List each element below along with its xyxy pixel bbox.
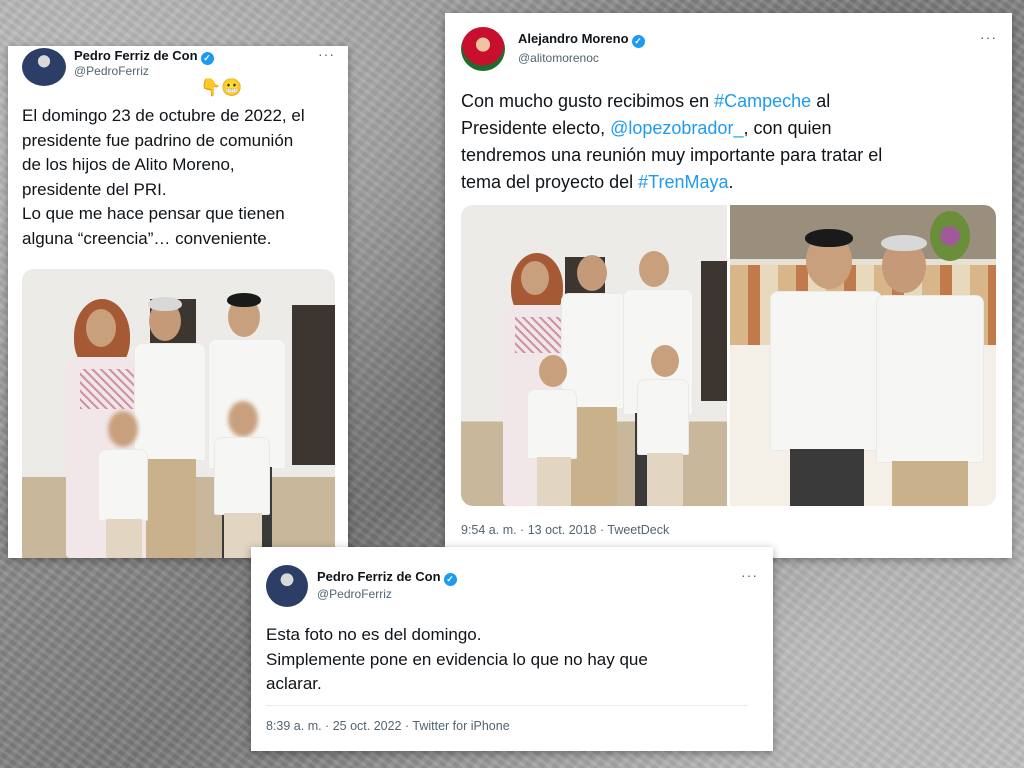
tweet-timestamp[interactable]: 9:54 a. m. · 13 oct. 2018 · TweetDeck	[461, 523, 669, 537]
tweet-text-line: El domingo 23 de octubre de 2022, el	[22, 106, 305, 125]
mention-lopezobrador-link[interactable]: @lopezobrador_	[610, 118, 743, 138]
man-shirt	[876, 295, 984, 463]
man-pants	[790, 449, 864, 506]
text-span: , con quien	[743, 118, 832, 138]
man-hair	[805, 229, 853, 247]
author-name[interactable]: Pedro Ferriz de Con ✓	[317, 569, 457, 586]
child-head	[228, 401, 258, 437]
man-shirt	[134, 343, 206, 461]
text-span: .	[728, 172, 734, 192]
tweet-text-line: Simplemente pone en evidencia lo que no …	[266, 649, 648, 669]
verified-badge-icon: ✓	[443, 573, 457, 586]
author-name[interactable]: Pedro Ferriz de Con ✓	[74, 48, 214, 65]
tweet-text: El domingo 23 de octubre de 2022, el pre…	[22, 104, 342, 251]
tweet-text: Con mucho gusto recibimos en #Campeche a…	[461, 88, 1001, 196]
tweet-text-line: tendremos una reunión muy importante par…	[461, 145, 883, 165]
more-options-icon[interactable]: ···	[318, 46, 335, 62]
tweet-text-line: de los hijos de Alito Moreno,	[22, 155, 235, 174]
tweet-text-line: Con mucho gusto recibimos en #Campeche a…	[461, 88, 1001, 115]
tweet-text-line: Lo que me hace pensar que tienen	[22, 204, 285, 223]
man-pants	[146, 459, 196, 558]
man-pants	[892, 461, 968, 506]
child-head	[539, 355, 567, 387]
tweet-text-line: tema del proyecto del #TrenMaya.	[461, 169, 1001, 196]
more-options-icon[interactable]: ···	[741, 567, 758, 583]
avatar[interactable]	[266, 565, 308, 607]
man-head	[577, 255, 607, 291]
tweet-photo-left[interactable]	[461, 205, 727, 506]
verified-badge-icon: ✓	[631, 35, 645, 48]
man-shirt	[770, 291, 882, 451]
text-span: Presidente electo,	[461, 118, 611, 138]
tweet-text-line: alguna “creencia”… conveniente.	[22, 228, 272, 248]
child-head	[108, 411, 138, 447]
man-pants	[571, 407, 617, 506]
child-shirt	[637, 379, 689, 455]
tweet-text-line: Presidente electo, @lopezobrador_, con q…	[461, 115, 1001, 142]
hashtag-campeche-link[interactable]: #Campeche	[714, 91, 811, 111]
man-hair	[881, 235, 927, 251]
verified-badge-icon: ✓	[200, 52, 214, 65]
man-hair	[148, 297, 182, 311]
tweet-text-line: presidente fue padrino de comunión	[22, 130, 294, 150]
author-name[interactable]: Alejandro Moreno ✓	[518, 31, 645, 48]
man-hair	[227, 293, 261, 307]
tweet-card-pedro-ferriz-2[interactable]: Pedro Ferriz de Con ✓ @PedroFerriz ··· Es…	[251, 547, 773, 751]
tweet-timestamp[interactable]: 8:39 a. m. · 25 oct. 2022 · Twitter for …	[266, 719, 510, 733]
avatar[interactable]	[461, 27, 505, 71]
flower-decoration	[930, 211, 970, 261]
more-options-icon[interactable]: ···	[980, 29, 997, 45]
child-pants	[106, 519, 142, 558]
tweet-card-alejandro-moreno[interactable]: Alejandro Moreno ✓ @alitomorenoc ··· Con …	[445, 13, 1012, 558]
avatar[interactable]	[22, 48, 66, 86]
text-span: Con mucho gusto recibimos en	[461, 91, 715, 111]
tweet-text-line: aclarar.	[266, 674, 322, 693]
door	[292, 305, 335, 465]
author-handle[interactable]: @PedroFerriz	[317, 587, 392, 601]
child-head	[651, 345, 679, 377]
emoji-text: 👇😬	[200, 78, 243, 97]
tweet-text: Esta foto no es del domingo. Simplemente…	[266, 623, 761, 697]
child-shirt	[527, 389, 577, 459]
text-span: al	[811, 91, 831, 111]
tweet-photo[interactable]	[22, 269, 335, 558]
door	[701, 261, 727, 401]
text-span: tema del proyecto del	[461, 172, 639, 192]
tweet-text-line: presidente del PRI.	[22, 179, 167, 199]
tweet-photo-right[interactable]	[730, 205, 996, 506]
author-handle[interactable]: @PedroFerriz	[74, 64, 149, 78]
hashtag-trenmaya-link[interactable]: #TrenMaya	[638, 172, 728, 192]
child-pants	[647, 453, 683, 506]
divider	[266, 705, 748, 706]
child-pants	[537, 457, 571, 506]
child-shirt	[98, 449, 148, 521]
dress-embroidery	[515, 317, 565, 353]
man-head	[639, 251, 669, 287]
woman-head	[86, 309, 116, 347]
tweet-card-pedro-ferriz-1[interactable]: Pedro Ferriz de Con ✓ @PedroFerriz ··· 👇😬…	[8, 46, 348, 558]
tweet-text-line: Esta foto no es del domingo.	[266, 625, 482, 644]
child-shirt	[214, 437, 270, 515]
woman-head	[521, 261, 549, 295]
author-handle[interactable]: @alitomorenoc	[518, 51, 599, 65]
dress-embroidery	[80, 369, 136, 409]
